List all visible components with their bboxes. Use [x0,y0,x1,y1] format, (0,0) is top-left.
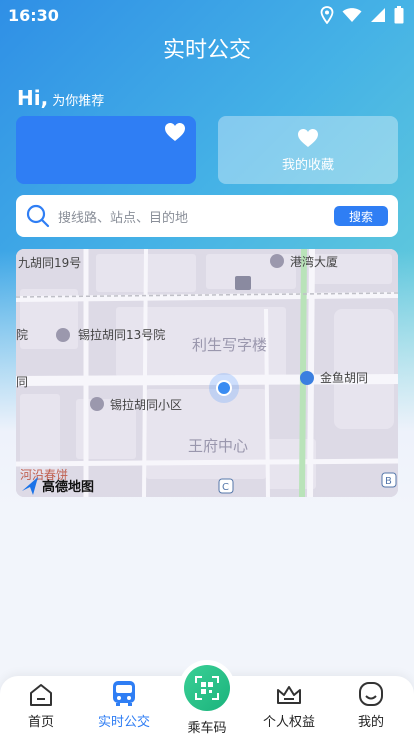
search-button[interactable]: 搜索 [334,206,388,226]
search-input[interactable]: 搜线路、站点、目的地 [58,207,334,226]
map-logo: 高德地图 [42,479,94,495]
map-label: 利生写字楼 [192,336,267,354]
map-view[interactable]: 九胡同19号 港湾大厦 院 锡拉胡同13号院 同 金鱼胡同 锡拉胡同小区 利生写… [16,249,398,497]
search-bar[interactable]: 搜线路、站点、目的地 搜索 [16,195,398,237]
map-label: 港湾大厦 [290,254,338,269]
tab-ride-code[interactable]: 乘车码 [178,660,236,736]
recommend-card[interactable] [16,116,196,184]
tab-mine-label: 我的 [357,715,384,730]
tab-benefits-label: 个人权益 [262,715,315,730]
tab-realtime-bus[interactable]: 实时公交 [92,676,156,736]
map-label: 锡拉胡同13号院 [78,327,165,342]
tab-ride-code-label: 乘车码 [187,721,227,736]
wifi-icon [342,8,362,22]
status-bar: 16:30 [0,0,414,30]
greeting: Hi, 为你推荐 [17,86,104,110]
tab-benefits[interactable]: 个人权益 [259,676,319,736]
tab-mine[interactable]: 我的 [348,676,394,736]
bus-stop-icon [300,371,314,385]
heart-icon[interactable] [164,122,186,142]
qr-code-icon [195,675,219,700]
status-time: 16:30 [8,5,59,25]
map-label: 同 [16,375,28,389]
search-icon [26,204,50,228]
map-canvas[interactable]: 九胡同19号 港湾大厦 院 锡拉胡同13号院 同 金鱼胡同 锡拉胡同小区 利生写… [16,249,398,497]
map-label: 院 [16,328,28,342]
greeting-hi: Hi, [17,86,49,110]
location-icon [320,6,334,24]
crown-icon [277,686,301,704]
subway-exit-label: C [222,482,229,493]
bus-icon [113,681,135,706]
subway-exit-label: B [385,476,392,487]
battery-icon [394,6,404,24]
map-label: 王府中心 [188,437,248,455]
page-title: 实时公交 [162,38,251,63]
greeting-sub: 为你推荐 [52,94,105,109]
smile-face-icon [359,682,383,706]
status-icons [320,6,404,24]
tab-realtime-label: 实时公交 [97,715,150,730]
map-label: 九胡同19号 [18,256,81,270]
ride-code-circle[interactable] [179,660,235,715]
current-location-icon [216,380,232,396]
map-label: 锡拉胡同小区 [110,397,182,412]
signal-icon [371,8,385,22]
heart-icon [298,128,318,147]
parking-icon [235,276,251,290]
map-label: 金鱼胡同 [320,370,368,385]
tab-home[interactable]: 首页 [18,676,64,736]
favorites-card[interactable]: 我的收藏 [218,116,398,184]
favorites-label: 我的收藏 [281,157,334,173]
home-icon [30,684,52,706]
tab-home-label: 首页 [27,715,54,730]
